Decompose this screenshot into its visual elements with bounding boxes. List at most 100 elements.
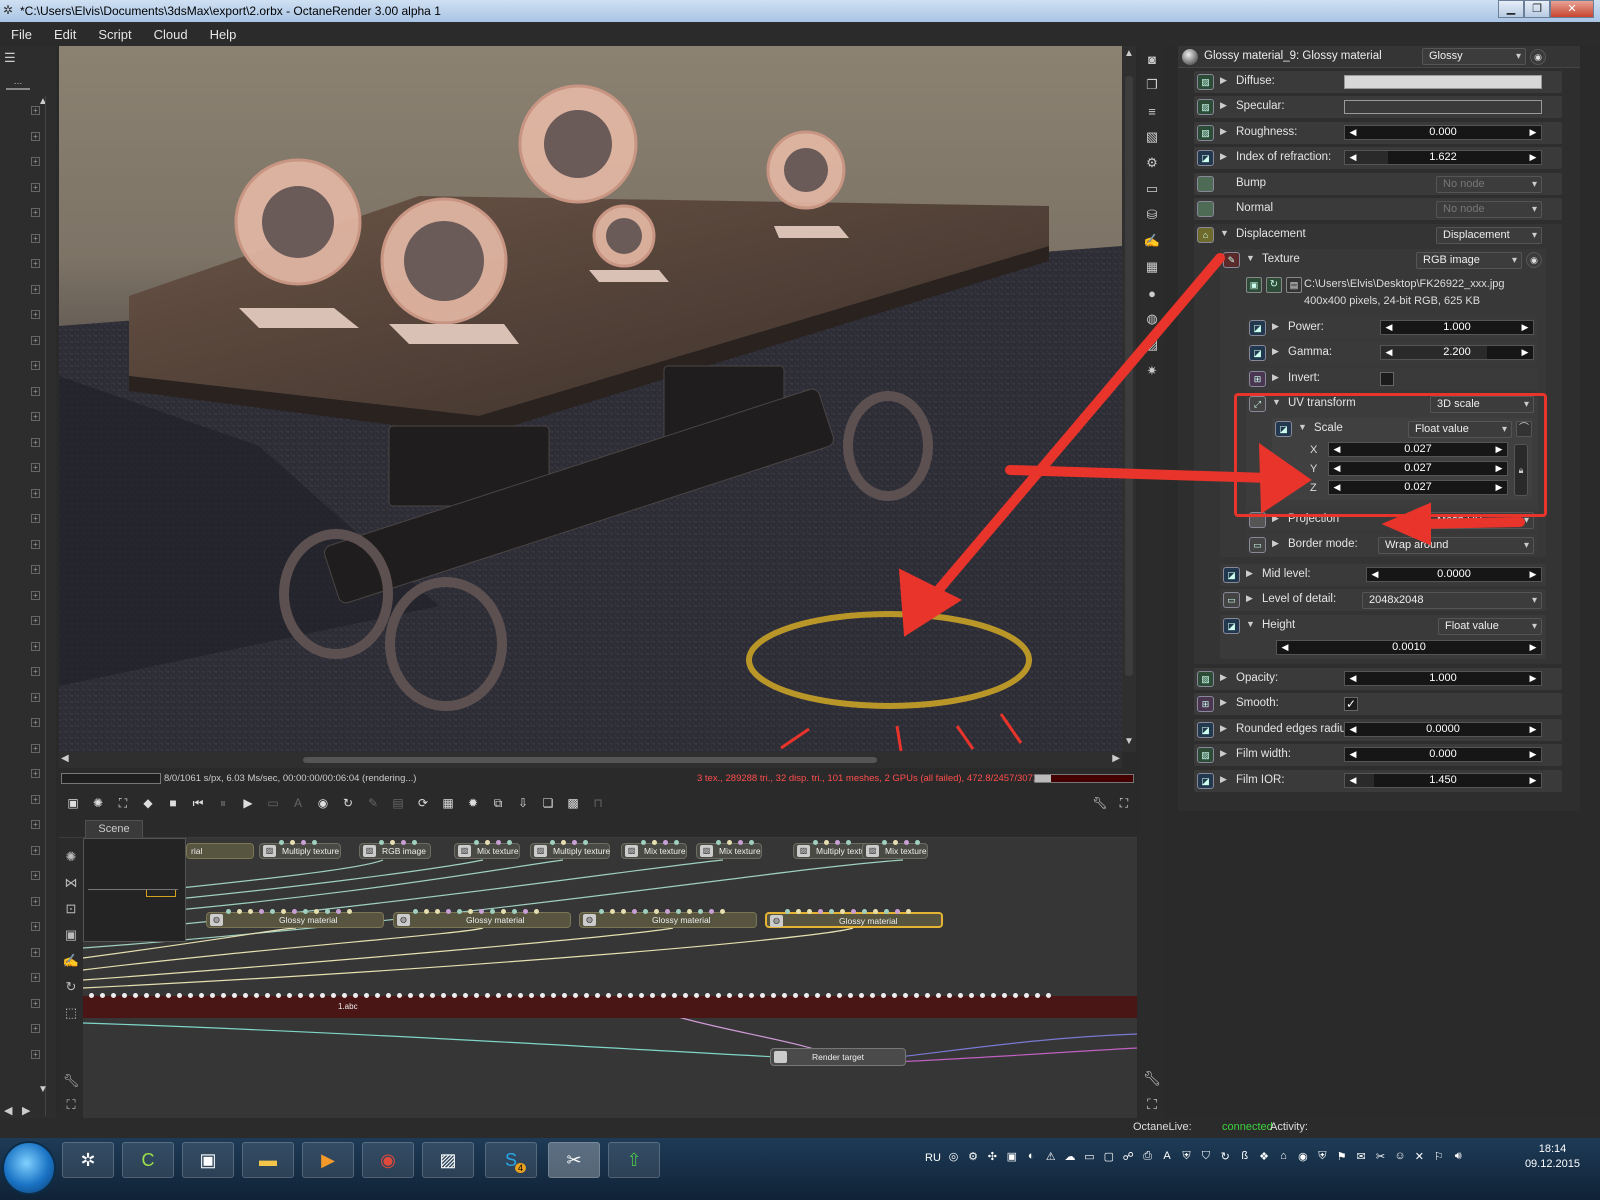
start-button[interactable]	[2, 1141, 56, 1195]
gamma-expand-icon[interactable]: ▶	[1272, 346, 1279, 357]
language-indicator[interactable]: RU	[925, 1152, 941, 1164]
graph-node-pins[interactable]	[785, 909, 911, 915]
diffuse-color-swatch[interactable]	[1344, 75, 1542, 89]
outliner-expand-toggle[interactable]: +	[31, 922, 40, 931]
outliner-expand-toggle[interactable]: +	[31, 233, 40, 243]
checker-icon[interactable]: ▩	[562, 793, 584, 813]
menu-file[interactable]: File	[0, 27, 43, 42]
roughness-slider[interactable]: ◀ 0.000 ▶	[1344, 125, 1542, 140]
tray-shield-icon[interactable]: ⛉	[1199, 1150, 1212, 1166]
viewport-horizontal-scrollbar[interactable]: ◀ ▶	[59, 752, 1122, 768]
specular-color-swatch[interactable]	[1344, 100, 1542, 114]
copy-icon[interactable]: ⧉	[487, 793, 509, 813]
smooth-expand-icon[interactable]: ▶	[1220, 697, 1227, 708]
scroll-down-icon[interactable]: ▼	[1124, 736, 1134, 747]
graph-canvas[interactable]: rial ▨ Multiply texture ▨ RGB image ▨ Mix text…	[83, 838, 1137, 1118]
outliner-expand-toggle[interactable]: +	[31, 565, 40, 574]
sphere-icon[interactable]: ●	[1139, 280, 1165, 306]
tray-flag2-icon[interactable]: ⚐	[1432, 1150, 1445, 1166]
tray-antivirus-icon[interactable]: ⛨	[1180, 1150, 1193, 1166]
outliner-expand-toggle[interactable]: +	[31, 131, 40, 141]
outliner-expand-toggle[interactable]: +	[31, 157, 40, 166]
tray-cloud-icon[interactable]: ☁	[1063, 1150, 1076, 1166]
scroll-left-icon[interactable]: ◀	[61, 753, 69, 764]
outliner-expand-toggle[interactable]: +	[31, 718, 40, 727]
taskbar-octane-icon[interactable]: ✲	[62, 1142, 114, 1178]
tray-adobe-icon[interactable]: A	[1160, 1150, 1173, 1166]
render-viewport[interactable]	[59, 46, 1122, 752]
height-icon[interactable]: ◪	[1223, 618, 1240, 634]
viewport-lock-icon[interactable]: ▦	[437, 793, 459, 813]
tray-gear-icon[interactable]: ⚙	[966, 1150, 979, 1166]
lock-icon[interactable]: ⊓	[587, 793, 609, 813]
texture-image-icon[interactable]: ✎	[1223, 252, 1240, 268]
vertical-scroll-thumb[interactable]	[1125, 76, 1133, 676]
fullscreen-icon[interactable]: ⛶	[1113, 793, 1135, 813]
outliner-scroll-left-icon[interactable]: ◀	[4, 1104, 12, 1117]
outliner-expand-toggle[interactable]: +	[31, 259, 40, 268]
outliner-expand-toggle[interactable]: +	[31, 335, 40, 345]
tray-warning-icon[interactable]: ⚠	[1044, 1150, 1057, 1166]
outliner-scroll-down-icon[interactable]: ▼	[38, 1084, 48, 1095]
tray-steam-icon[interactable]: ◎	[947, 1150, 960, 1166]
focus-picker-icon[interactable]: A	[287, 793, 309, 813]
close-button[interactable]: ✕	[1550, 0, 1594, 18]
tab-scene[interactable]: Scene	[85, 820, 143, 838]
paint-icon[interactable]: ✍	[1139, 228, 1165, 254]
outliner-expand-toggle[interactable]: +	[31, 641, 40, 651]
tray-network-icon[interactable]: ☍	[1122, 1150, 1135, 1166]
graph-save-icon[interactable]: ▣	[59, 922, 83, 948]
mid-level-expand-icon[interactable]: ▶	[1246, 568, 1253, 579]
level-of-detail-select[interactable]: 2048x2048	[1362, 592, 1542, 609]
height-type-select[interactable]: Float value	[1438, 618, 1542, 635]
gear-icon[interactable]: ⚙	[1139, 150, 1165, 176]
graph-minimap[interactable]	[83, 838, 186, 942]
taskbar-chrome-icon[interactable]: ◉	[362, 1142, 414, 1178]
diffuse-expand-icon[interactable]: ▶	[1220, 75, 1227, 86]
film-ior-expand-icon[interactable]: ▶	[1220, 774, 1227, 785]
tray-box-icon[interactable]: ▣	[1005, 1150, 1018, 1166]
outliner-expand-toggle[interactable]: +	[31, 692, 40, 702]
tray-speech-icon[interactable]: ✉	[1354, 1150, 1367, 1166]
graph-wrench-icon[interactable]: 🔧︎	[59, 1068, 83, 1094]
outliner-expand-toggle[interactable]: +	[31, 896, 40, 906]
film-ior-slider[interactable]: ◀ 1.450 ▶	[1344, 773, 1542, 788]
side-wrench-icon[interactable]: 🔧︎	[1139, 1066, 1165, 1090]
graph-fit-icon[interactable]: ⊡	[59, 896, 83, 922]
menu-edit[interactable]: Edit	[43, 27, 87, 42]
opacity-texture-icon[interactable]: ▨	[1197, 671, 1214, 687]
gamma-icon[interactable]: ◪	[1249, 345, 1266, 361]
film-width-icon[interactable]: ▨	[1197, 747, 1214, 763]
clay-mode-icon[interactable]: ✺	[87, 793, 109, 813]
material-picker-icon[interactable]: ↻	[337, 793, 359, 813]
tray-refresh-icon[interactable]: ↻	[1219, 1150, 1232, 1166]
tray-bluetooth-icon[interactable]: ß	[1238, 1150, 1251, 1166]
scroll-up-icon[interactable]: ▲	[1124, 48, 1134, 59]
normal-icon[interactable]	[1197, 201, 1214, 217]
displacement-type-select[interactable]: Displacement	[1436, 227, 1542, 244]
graph-node-pins[interactable]	[474, 840, 512, 846]
outliner-tab[interactable]: …	[6, 76, 30, 90]
height-collapse-icon[interactable]: ▼	[1246, 619, 1255, 629]
texture-eye-icon[interactable]: ◉	[1526, 252, 1542, 268]
outliner-expand-toggle[interactable]: +	[31, 998, 40, 1008]
outliner-expand-toggle[interactable]: +	[31, 106, 40, 115]
roughness-texture-icon[interactable]: ▨	[1197, 125, 1214, 141]
border-mode-icon[interactable]: ▭	[1249, 537, 1266, 553]
outliner-expand-toggle[interactable]: +	[31, 616, 40, 625]
diffuse-texture-icon[interactable]: ▨	[1197, 74, 1214, 90]
tray-puzzle-icon[interactable]: ✣	[986, 1150, 999, 1166]
tray-half-circle-icon[interactable]: ◐	[1025, 1150, 1038, 1166]
power-expand-icon[interactable]: ▶	[1272, 321, 1279, 332]
sync-icon[interactable]: ⟳	[412, 793, 434, 813]
viewport-vertical-scrollbar[interactable]: ▲ ▼	[1122, 46, 1136, 752]
tray-dropbox-icon[interactable]: ❖	[1257, 1150, 1270, 1166]
power-icon[interactable]: ◪	[1249, 320, 1266, 336]
tray-volume-icon[interactable]: 🔊︎	[1451, 1150, 1464, 1166]
rounded-edges-expand-icon[interactable]: ▶	[1220, 723, 1227, 734]
layers-icon[interactable]: ❏	[537, 793, 559, 813]
outliner-expand-toggle[interactable]: +	[31, 514, 40, 523]
graph-paint-icon[interactable]: ✍	[59, 948, 83, 974]
tray-app-icon[interactable]: ◉	[1296, 1150, 1309, 1166]
outliner-expand-toggle[interactable]: +	[31, 794, 40, 804]
